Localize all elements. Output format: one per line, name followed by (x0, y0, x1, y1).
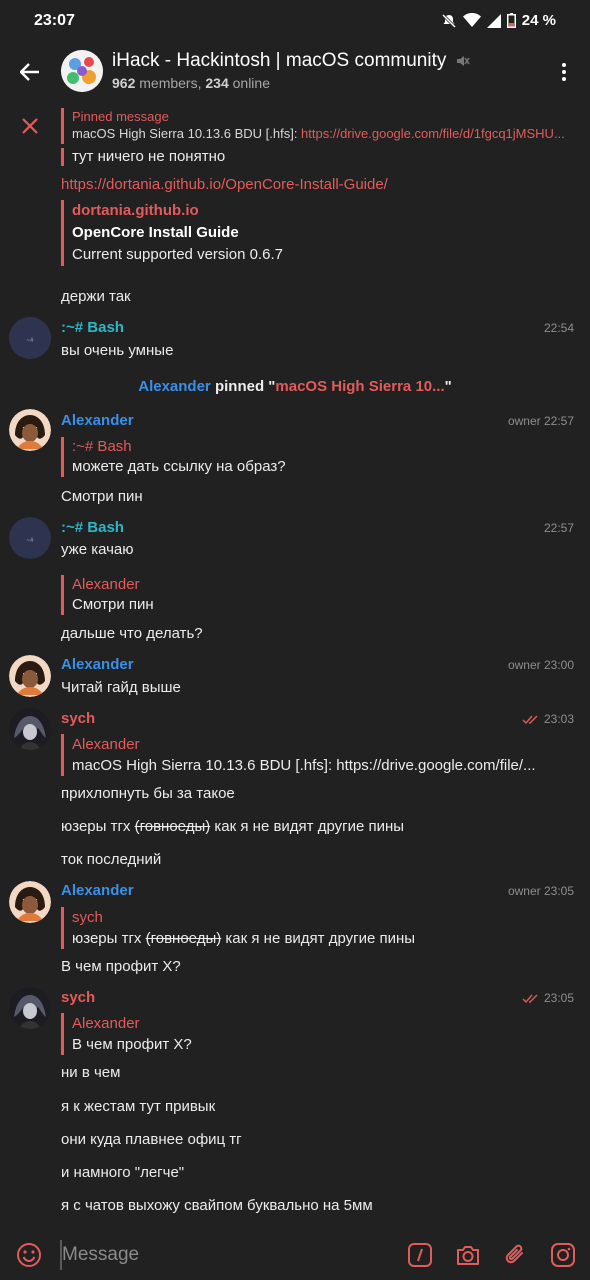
sender-name[interactable]: sych (61, 989, 95, 1006)
avatar[interactable] (9, 655, 51, 697)
message-text: ток последний (61, 851, 162, 868)
message-text: держи так (61, 288, 131, 305)
avatar[interactable]: ~# (9, 317, 51, 359)
read-check-icon (522, 715, 538, 724)
user-avatar-icon (9, 987, 51, 1029)
link-text[interactable]: https://dortania.github.io/OpenCore-Inst… (61, 176, 388, 193)
sender-name[interactable]: Alexander (61, 656, 134, 673)
avatar[interactable] (9, 987, 51, 1029)
chat-header: iHack - Hackintosh | macOS community 962… (0, 44, 590, 102)
message-text: они куда плавнее офиц тг (61, 1131, 242, 1148)
group-logo-icon (61, 50, 103, 92)
user-avatar-icon (9, 655, 51, 697)
reply-quote[interactable]: Alexander В чем профит X? (61, 1013, 192, 1055)
avatar[interactable] (9, 409, 51, 451)
message-text: уже качаю (61, 541, 134, 558)
reply-name: sych (72, 909, 103, 926)
svg-text:~#: ~# (26, 337, 34, 344)
reply-quote[interactable]: Alexander macOS High Sierra 10.13.6 BDU … (61, 734, 536, 776)
reply-name: :~# Bash (72, 438, 132, 455)
message-text: Читай гайд выше (61, 679, 181, 696)
read-check-icon (522, 994, 538, 1003)
message-text: В чем профит X? (61, 958, 181, 975)
user-avatar-icon (9, 409, 51, 451)
message-composer: Message (0, 1232, 590, 1280)
reply-text: Смотри пин (72, 596, 154, 613)
preview-site: dortania.github.io (72, 202, 199, 219)
avatar[interactable] (9, 881, 51, 923)
user-avatar-icon (9, 881, 51, 923)
message-time: 23:03 (522, 712, 574, 726)
avatar[interactable] (9, 708, 51, 750)
emoji-icon[interactable] (16, 1242, 42, 1268)
instant-camera-icon[interactable] (550, 1242, 576, 1268)
user-avatar-icon: ~# (9, 317, 51, 359)
pinned-label: Pinned message (72, 109, 169, 124)
reply-name: Alexander (72, 576, 140, 593)
attach-icon[interactable] (503, 1242, 529, 1268)
message-time: 22:57 (543, 521, 574, 535)
reply-text: юзеры тгх (говноеды) как я не видят друг… (72, 930, 416, 947)
reply-quote[interactable]: :~# Bash можете дать ссылку на образ? (61, 437, 286, 477)
status-bar: 23:07 24 % (0, 0, 590, 44)
link-preview[interactable]: dortania.github.io OpenCore Install Guid… (61, 200, 283, 266)
sender-name[interactable]: :~# Bash (61, 319, 124, 336)
chat-subtitle: 962 members, 234 online (112, 75, 270, 91)
sender-name[interactable]: Alexander (61, 882, 134, 899)
message-text: юзеры тгх (говноеды) как я не видят друг… (61, 818, 405, 835)
message-time: owner 23:00 (507, 658, 574, 672)
bot-command-icon[interactable] (407, 1242, 433, 1268)
preview-desc: Current supported version 0.6.7 (72, 246, 283, 263)
user-avatar-icon: ~# (9, 517, 51, 559)
reply-quote[interactable]: sych юзеры тгх (говноеды) как я не видят… (61, 907, 415, 949)
sender-name[interactable]: sych (61, 710, 95, 727)
message-text: и намного "легче" (61, 1164, 185, 1181)
arrow-left-icon (20, 63, 39, 81)
message-text: дальше что делать? (61, 625, 203, 642)
battery-icon (506, 13, 516, 28)
close-pinned-icon[interactable] (19, 115, 41, 137)
reply-quote[interactable]: Alexander Смотри пин (61, 575, 154, 615)
message-text: я к жестам тут привык (61, 1098, 216, 1115)
message-time: 23:05 (522, 991, 574, 1005)
muted-icon (456, 55, 470, 66)
pinned-content: macOS High Sierra 10.13.6 BDU [.hfs]: ht… (72, 126, 565, 141)
message-input[interactable]: Message (62, 1244, 139, 1266)
dnd-bell-icon (441, 13, 456, 28)
sender-name[interactable]: :~# Bash (61, 519, 124, 536)
signal-icon (486, 13, 501, 28)
svg-text:~#: ~# (26, 537, 34, 544)
pinned-message[interactable]: Pinned message macOS High Sierra 10.13.6… (61, 108, 581, 144)
wifi-icon (462, 13, 481, 27)
service-message: Alexander pinned "macOS High Sierra 10..… (138, 378, 452, 395)
user-avatar-icon (9, 708, 51, 750)
preview-title: OpenCore Install Guide (72, 224, 239, 241)
reply-text: macOS High Sierra 10.13.6 BDU [.hfs]: ht… (72, 757, 536, 774)
message-time: 22:54 (543, 321, 574, 335)
camera-icon[interactable] (455, 1242, 481, 1268)
reply-text: можете дать ссылку на образ? (72, 458, 286, 475)
message-text: я с чатов выхожу свайпом буквально на 5м… (61, 1197, 373, 1214)
chat-avatar[interactable] (61, 50, 103, 92)
status-time: 23:07 (34, 12, 75, 29)
message-time: owner 23:05 (507, 884, 574, 898)
message-text: Смотри пин (61, 488, 143, 505)
status-icons: 24 % (441, 12, 556, 29)
reply-name: Alexander (72, 1015, 140, 1032)
avatar[interactable]: ~# (9, 517, 51, 559)
message-time: owner 22:57 (507, 414, 574, 428)
battery-level: 24 % (521, 12, 556, 29)
sender-name[interactable]: Alexander (61, 412, 134, 429)
chat-title[interactable]: iHack - Hackintosh | macOS community (112, 50, 470, 72)
reply-text: В чем профит X? (72, 1036, 192, 1053)
back-button[interactable] (14, 54, 46, 90)
more-menu-button[interactable] (554, 58, 574, 86)
reply-name: Alexander (72, 736, 140, 753)
message-text: ни в чем (61, 1064, 121, 1081)
message-text: прихлопнуть бы за такое (61, 785, 235, 802)
message-text: вы очень умные (61, 342, 174, 359)
reply-line: тут ничего не понятно (61, 148, 225, 166)
